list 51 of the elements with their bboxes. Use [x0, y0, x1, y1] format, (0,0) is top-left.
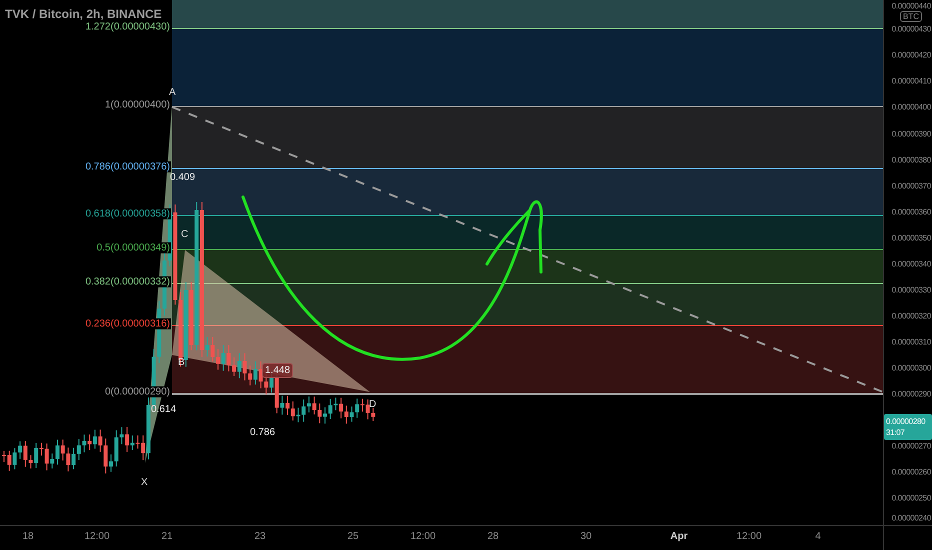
price-tick: 0.00000320 — [892, 312, 931, 320]
price-tick: 0.00000340 — [892, 260, 931, 268]
price-tick: 0.00000380 — [892, 156, 931, 164]
price-tick: 0.00000430 — [892, 24, 931, 34]
price-tick: 0.00000260 — [892, 468, 931, 476]
price-tick: 0.00000410 — [892, 76, 931, 86]
price-tick: 0.00000420 — [892, 50, 931, 60]
time-tick: 25 — [347, 531, 359, 542]
fib-level-label: 0.618(0.00000358) — [84, 208, 171, 220]
time-tick: 12:00 — [410, 531, 436, 542]
time-tick: 12:00 — [84, 531, 110, 542]
pattern-point-label: X — [141, 477, 148, 488]
time-tick: 30 — [580, 531, 592, 542]
price-tick: 0.00000310 — [892, 338, 931, 346]
price-tick: 0.00000400 — [892, 102, 931, 112]
pattern-point-label: A — [169, 87, 176, 98]
price-tick: 0.00000240 — [892, 514, 931, 522]
time-tick: 23 — [254, 531, 266, 542]
fib-level-label: 0.236(0.00000316) — [84, 318, 171, 330]
time-tick: Apr — [670, 531, 688, 542]
price-tick: 0.00000350 — [892, 234, 931, 242]
currency-label: BTC — [900, 11, 922, 22]
price-tick: 0.00000290 — [892, 390, 931, 398]
pattern-point-label: D — [369, 399, 376, 410]
price-tick: 0.00000360 — [892, 208, 931, 216]
fib-level-label: 0.5(0.00000349) — [96, 242, 171, 254]
time-tick: 18 — [22, 531, 34, 542]
price-tick: 0.00000390 — [892, 130, 931, 138]
ratio-label: 1.448 — [262, 363, 294, 378]
ratio-label: 0.786 — [249, 426, 276, 440]
current-price: 0.00000280 — [886, 417, 926, 426]
price-tick: 0.00000270 — [892, 442, 931, 450]
ratio-label: 0.409 — [169, 172, 196, 185]
price-tick: 0.00000440 — [892, 2, 931, 10]
fib-level-label: 0(0.00000290) — [104, 386, 171, 398]
price-tick: 0.00000250 — [892, 494, 931, 502]
price-tick: 0.00000370 — [892, 182, 931, 190]
time-tick: 21 — [161, 531, 173, 542]
pattern-point-label: C — [181, 229, 188, 240]
fib-level-label: 1.272(0.00000430) — [84, 21, 171, 32]
chart-title: TVK / Bitcoin, 2h, BINANCE — [5, 7, 162, 21]
time-tick: 28 — [487, 531, 499, 542]
price-tick: 0.00000300 — [892, 364, 931, 372]
bar-countdown: 31:07 — [886, 428, 905, 437]
time-tick: 4 — [815, 531, 821, 542]
time-tick: 12:00 — [736, 531, 762, 542]
fib-level-label: 0.786(0.00000376) — [84, 161, 171, 172]
price-tick: 0.00000330 — [892, 286, 931, 294]
fib-level-label: 0.382(0.00000332) — [84, 276, 171, 288]
fib-level-label: 1(0.00000400) — [104, 99, 171, 110]
ratio-label: 0.614 — [150, 403, 178, 417]
